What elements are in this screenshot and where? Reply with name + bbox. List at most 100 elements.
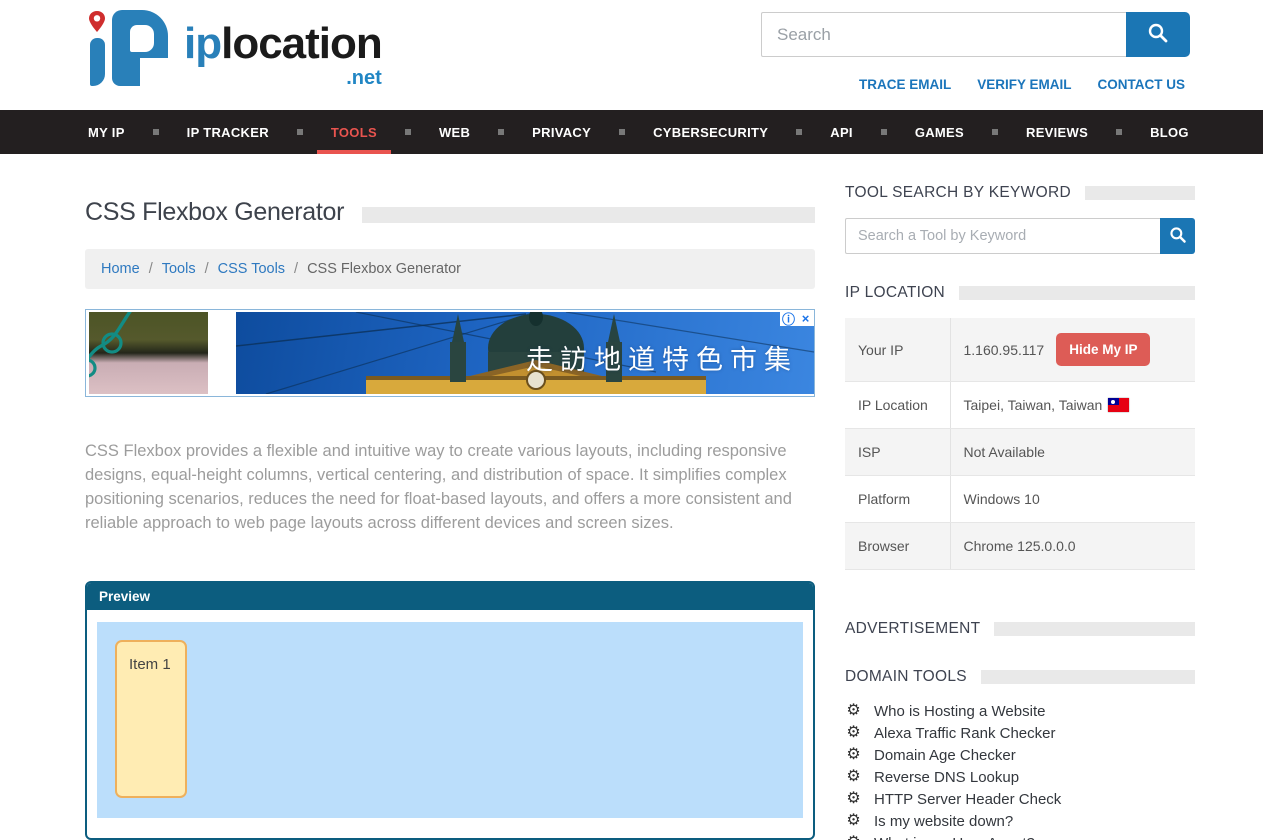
heading-bar xyxy=(994,622,1195,636)
row-label: Platform xyxy=(845,476,950,523)
logo-text: iplocation .net xyxy=(184,22,382,88)
ad-banner[interactable]: 走訪地道特色市集 ⓘ × xyxy=(85,309,815,397)
taiwan-flag-icon xyxy=(1108,398,1129,412)
domain-tool-link-domain-age[interactable]: Domain Age Checker xyxy=(874,747,1016,764)
nav-item-ip-tracker[interactable]: IP TRACKER xyxy=(185,110,271,154)
page-title: CSS Flexbox Generator xyxy=(85,198,344,227)
ad-close-icon[interactable]: × xyxy=(797,310,814,326)
breadcrumb-current: CSS Flexbox Generator xyxy=(307,261,461,277)
breadcrumb-tools[interactable]: Tools xyxy=(162,261,196,277)
preview-panel: Preview Item 1 xyxy=(85,581,815,840)
contact-us-link[interactable]: CONTACT US xyxy=(1098,77,1186,92)
nav-item-blog[interactable]: BLOG xyxy=(1148,110,1191,154)
row-label: Your IP xyxy=(845,318,950,382)
site-logo[interactable]: iplocation .net xyxy=(84,8,382,88)
header-links: TRACE EMAIL VERIFY EMAIL CONTACT US xyxy=(859,77,1185,92)
logo-word-ip: ip xyxy=(184,19,221,68)
logo-i-stem xyxy=(90,38,105,86)
trace-email-link[interactable]: TRACE EMAIL xyxy=(859,77,951,92)
nav-item-api[interactable]: API xyxy=(828,110,855,154)
nav-item-my-ip[interactable]: MY IP xyxy=(86,110,127,154)
tool-search-input[interactable] xyxy=(845,218,1160,254)
site-header: iplocation .net TRACE EMAIL VERIFY EMAIL… xyxy=(0,0,1263,110)
row-label: IP Location xyxy=(845,382,950,429)
ad-caption: 走訪地道特色市集 xyxy=(526,338,798,377)
nav-item-games[interactable]: GAMES xyxy=(913,110,966,154)
list-item: ⚙Domain Age Checker xyxy=(845,744,1195,766)
row-label: Browser xyxy=(845,523,950,570)
location-pin-icon xyxy=(87,10,107,41)
search-input[interactable] xyxy=(761,12,1126,57)
row-label: ISP xyxy=(845,429,950,476)
domain-tool-link-website-down[interactable]: Is my website down? xyxy=(874,813,1013,830)
hide-my-ip-button[interactable]: Hide My IP xyxy=(1056,333,1150,366)
table-row: IP Location Taipei, Taiwan, Taiwan xyxy=(845,382,1195,429)
search-icon xyxy=(1169,226,1187,247)
main-nav: MY IP IP TRACKER TOOLS WEB PRIVACY CYBER… xyxy=(0,110,1263,154)
table-row: Your IP 1.160.95.117 Hide My IP xyxy=(845,318,1195,382)
sidebar: TOOL SEARCH BY KEYWORD IP LOCATION Your … xyxy=(845,184,1195,840)
ad-image-landscape xyxy=(89,312,208,394)
isp-value: Not Available xyxy=(950,429,1195,476)
heading-bar xyxy=(959,286,1195,300)
breadcrumb-home[interactable]: Home xyxy=(101,261,140,277)
nav-separator xyxy=(881,129,887,135)
your-ip-value: 1.160.95.117 xyxy=(964,342,1045,358)
heading-bar xyxy=(1085,186,1195,200)
gear-icon: ⚙ xyxy=(845,813,862,829)
gear-icon: ⚙ xyxy=(845,835,862,840)
gear-icon: ⚙ xyxy=(845,725,862,741)
tool-search-heading: TOOL SEARCH BY KEYWORD xyxy=(845,184,1195,202)
list-item: ⚙ Who is Hosting a Website xyxy=(845,700,1195,722)
nav-item-tools[interactable]: TOOLS xyxy=(329,110,379,154)
nav-separator xyxy=(796,129,802,135)
flexbox-demo-item[interactable]: Item 1 xyxy=(115,640,187,798)
title-decoration-bar xyxy=(362,207,815,223)
table-row: Browser Chrome 125.0.0.0 xyxy=(845,523,1195,570)
content-area: CSS Flexbox Generator Home/Tools/CSS Too… xyxy=(0,154,1263,840)
nav-item-reviews[interactable]: REVIEWS xyxy=(1024,110,1090,154)
domain-tool-link-alexa-rank[interactable]: Alexa Traffic Rank Checker xyxy=(874,725,1055,742)
preview-panel-header: Preview xyxy=(87,583,813,610)
gear-icon: ⚙ xyxy=(845,703,862,719)
preview-panel-body: Item 1 xyxy=(87,610,813,838)
ip-location-heading: IP LOCATION xyxy=(845,284,1195,302)
ad-info-icon[interactable]: ⓘ xyxy=(780,310,797,326)
search-icon xyxy=(1147,22,1169,47)
search-button[interactable] xyxy=(1126,12,1190,57)
site-search xyxy=(761,12,1190,57)
list-item: ⚙ Is my website down? xyxy=(845,810,1195,832)
verify-email-link[interactable]: VERIFY EMAIL xyxy=(977,77,1071,92)
nav-item-web[interactable]: WEB xyxy=(437,110,472,154)
gear-icon: ⚙ xyxy=(845,791,862,807)
logo-word-location: location xyxy=(221,19,382,68)
nav-separator xyxy=(498,129,504,135)
domain-tool-link-whois-hosting[interactable]: Who is Hosting a Website xyxy=(874,703,1045,720)
breadcrumb-css-tools[interactable]: CSS Tools xyxy=(218,261,285,277)
domain-tool-link-user-agent[interactable]: What is my User Agent? xyxy=(874,835,1035,840)
nav-separator xyxy=(619,129,625,135)
nav-item-privacy[interactable]: PRIVACY xyxy=(530,110,593,154)
list-item: ⚙ Reverse DNS Lookup xyxy=(845,766,1195,788)
logo-tld: .net xyxy=(184,68,382,88)
logo-mark xyxy=(84,8,184,88)
flexbox-demo-container: Item 1 xyxy=(97,622,803,818)
list-item: ⚙ What is my User Agent? xyxy=(845,832,1195,840)
list-item: ⚙ HTTP Server Header Check xyxy=(845,788,1195,810)
nav-separator xyxy=(405,129,411,135)
gear-icon: ⚙ xyxy=(845,769,862,785)
domain-tools-heading: DOMAIN TOOLS xyxy=(845,668,1195,686)
browser-value: Chrome 125.0.0.0 xyxy=(950,523,1195,570)
main-column: CSS Flexbox Generator Home/Tools/CSS Too… xyxy=(85,184,815,840)
table-row: ISP Not Available xyxy=(845,429,1195,476)
nav-item-cybersecurity[interactable]: CYBERSECURITY xyxy=(651,110,770,154)
breadcrumb: Home/Tools/CSS Tools/CSS Flexbox Generat… xyxy=(85,249,815,289)
ad-image-building: 走訪地道特色市集 xyxy=(236,312,814,394)
advertisement-heading: ADVERTISEMENT xyxy=(845,620,1195,638)
domain-tool-link-http-header[interactable]: HTTP Server Header Check xyxy=(874,791,1061,808)
domain-tools-list: ⚙ Who is Hosting a Website ⚙ Alexa Traffic… xyxy=(845,700,1195,840)
ip-location-value: Taipei, Taiwan, Taiwan xyxy=(964,397,1103,413)
list-item: ⚙ Alexa Traffic Rank Checker xyxy=(845,722,1195,744)
tool-search-button[interactable] xyxy=(1160,218,1195,254)
domain-tool-link-reverse-dns[interactable]: Reverse DNS Lookup xyxy=(874,769,1019,786)
